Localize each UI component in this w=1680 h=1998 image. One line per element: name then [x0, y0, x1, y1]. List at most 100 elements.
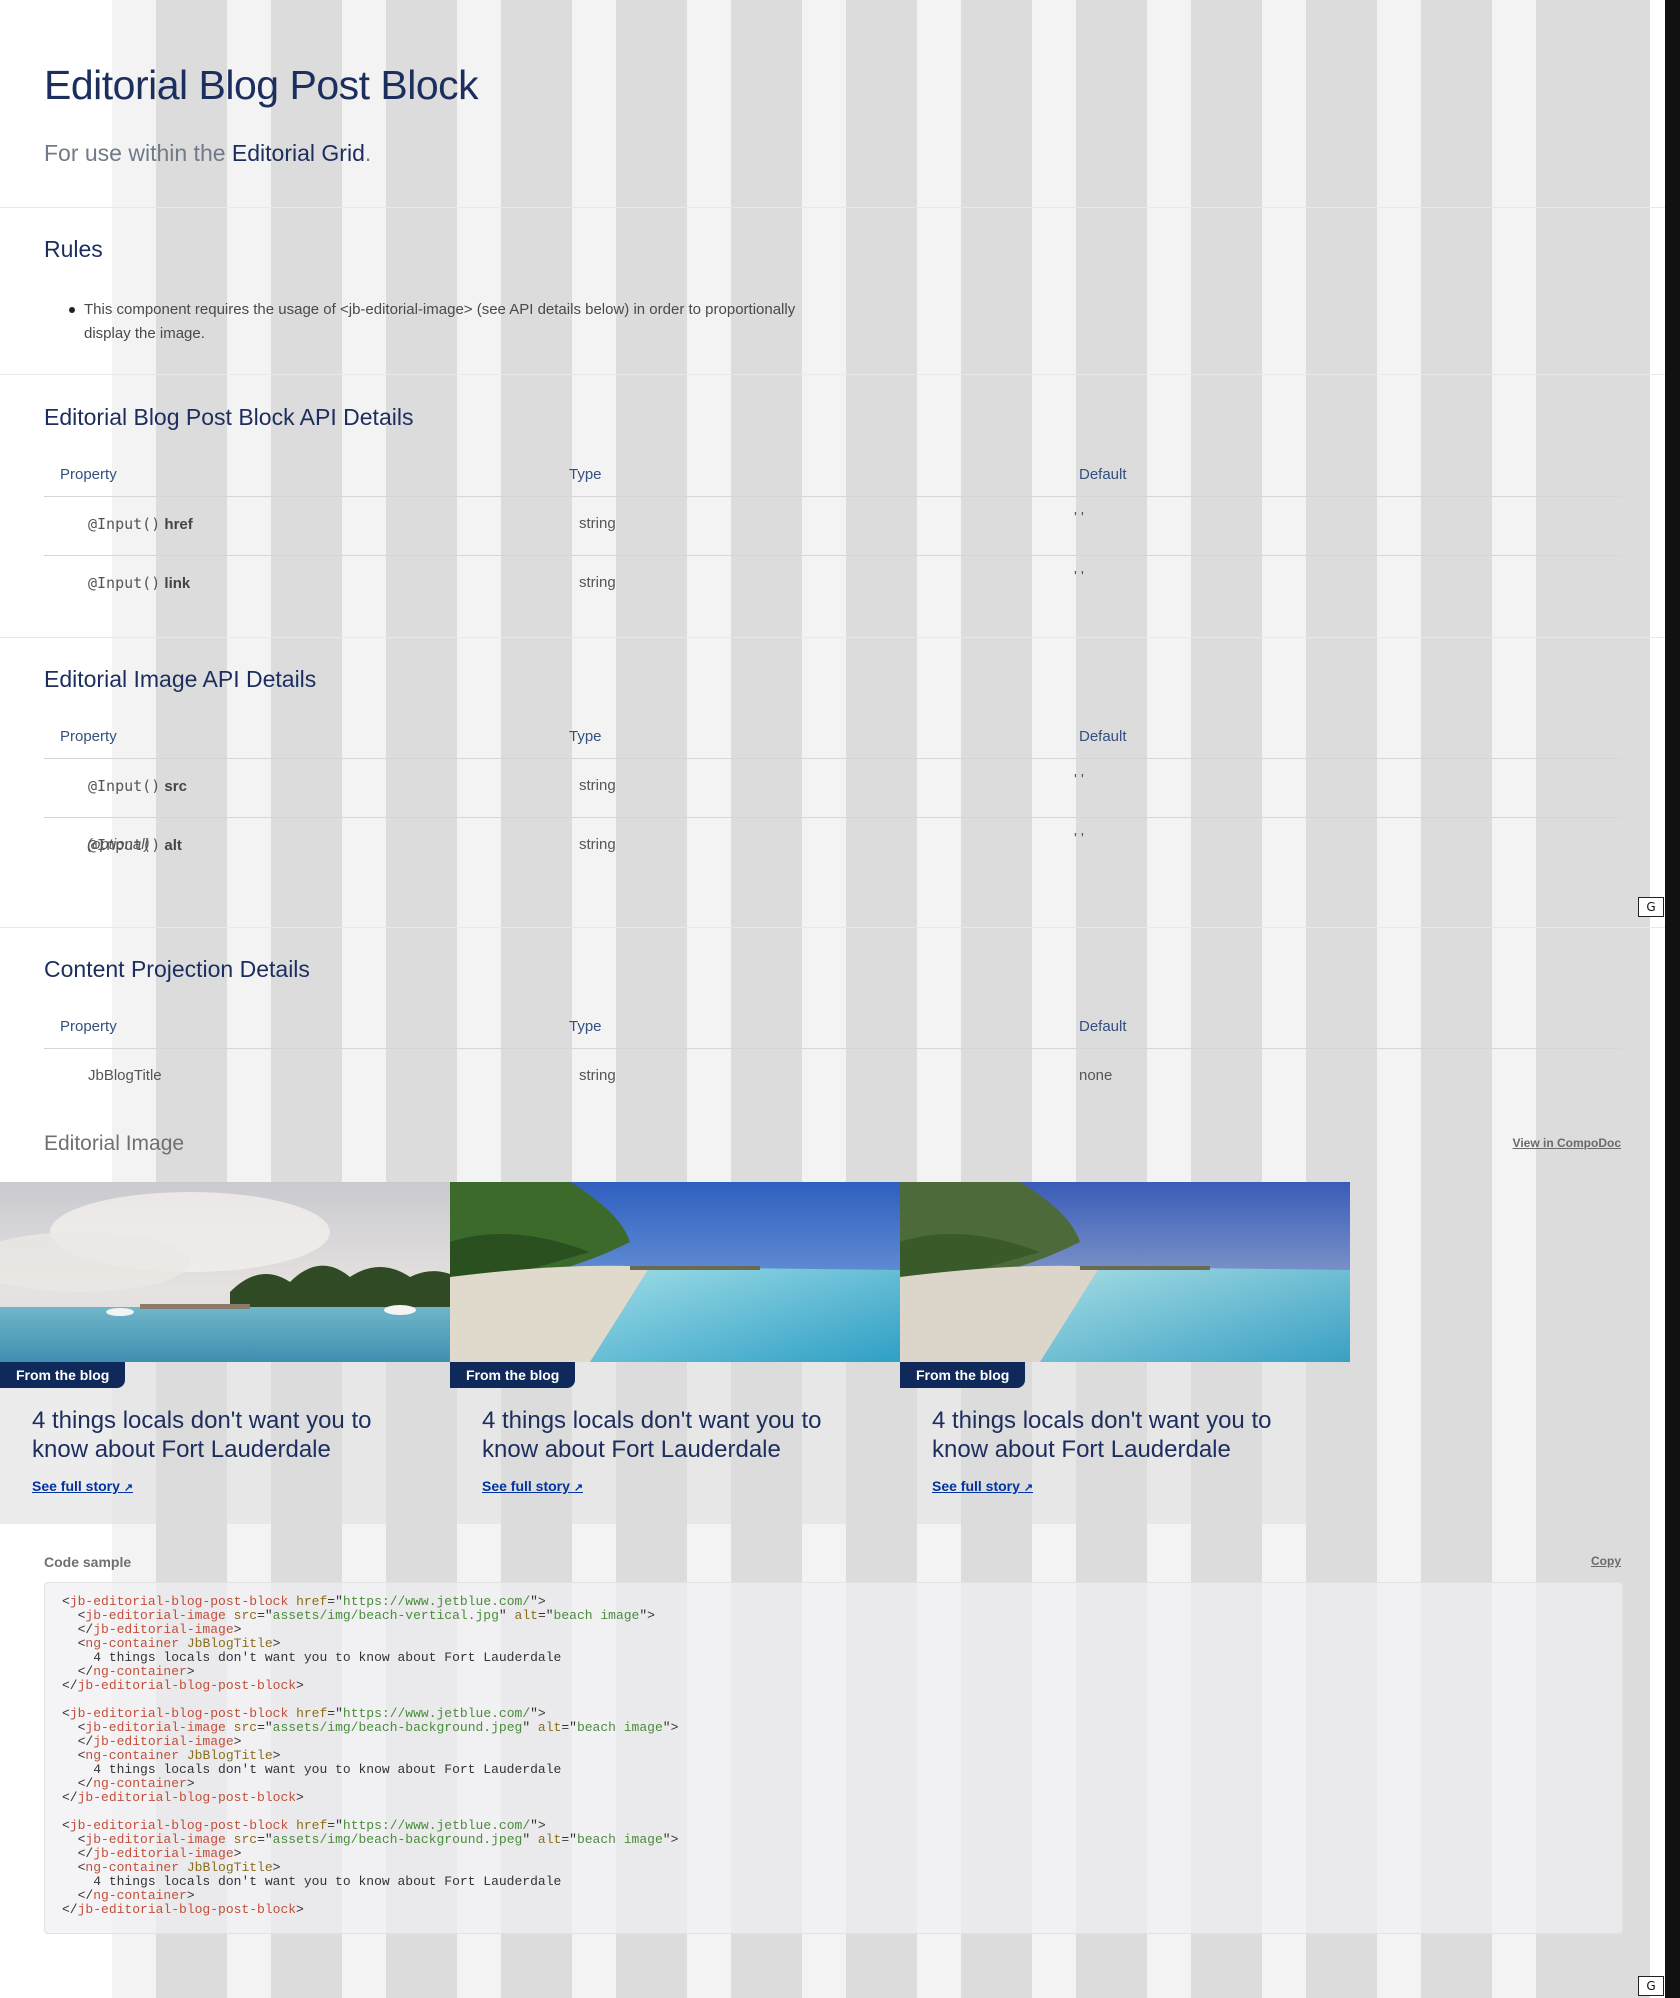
external-link-icon: ↗	[1023, 1482, 1034, 1494]
table-row: JbBlogTitle string none	[44, 1049, 1621, 1107]
page-content: Editorial Blog Post Block For use within…	[0, 0, 1665, 1998]
blog-post-card[interactable]: From the blog 4 things locals don't want…	[450, 1182, 900, 1524]
grid-toggle-button[interactable]: G	[1638, 897, 1664, 917]
card-title: 4 things locals don't want you to know a…	[32, 1407, 372, 1463]
content-projection-heading: Content Projection Details	[44, 956, 310, 982]
blog-api-heading: Editorial Blog Post Block API Details	[44, 404, 414, 430]
code-title-text: 4 things locals don't want you to know a…	[93, 1762, 562, 1777]
table-row: @Input() src string ' '	[44, 759, 1621, 818]
beach-image	[450, 1182, 900, 1362]
code-alt: beach image	[553, 1608, 640, 1623]
card-title: 4 things locals don't want you to know a…	[932, 1407, 1272, 1463]
page-title: Editorial Blog Post Block	[44, 62, 479, 108]
header-default: Default	[1079, 1018, 1127, 1035]
see-full-story-link[interactable]: See full story ↗	[32, 1478, 133, 1494]
type-cell: string	[579, 1067, 616, 1084]
code-block: <jb-editorial-blog-post-block href="http…	[62, 1706, 679, 1805]
rules-heading: Rules	[44, 236, 103, 262]
view-in-compodoc-link[interactable]: View in CompoDoc	[1513, 1136, 1621, 1150]
decorator: @Input()	[88, 515, 161, 533]
content-projection-table: Property Type Default JbBlogTitle string…	[44, 1002, 1621, 1107]
card-title: 4 things locals don't want you to know a…	[482, 1407, 822, 1463]
subtitle-end: .	[364, 140, 372, 166]
type-cell: string	[579, 836, 616, 853]
default-cell: none	[1079, 1067, 1113, 1084]
code-alt: beach image	[576, 1832, 663, 1847]
external-link-icon: ↗	[123, 1482, 134, 1494]
code-sample-label: Code sample	[44, 1554, 132, 1570]
default-cell: ' '	[1074, 509, 1084, 526]
default-cell: ' '	[1074, 771, 1084, 788]
header-type: Type	[569, 728, 602, 745]
beach-image	[900, 1182, 1350, 1362]
divider	[0, 207, 1665, 208]
grid-toggle-button[interactable]: G	[1638, 1976, 1664, 1996]
code-alt: beach image	[576, 1720, 663, 1735]
property-cell: @Input() link	[88, 574, 190, 592]
see-full-story-link[interactable]: See full story ↗	[932, 1478, 1033, 1494]
table-row: @Input() link string ' '	[44, 556, 1621, 614]
blog-api-table: Property Type Default @Input() href stri…	[44, 450, 1621, 614]
subtitle-text: For use within the	[44, 140, 232, 166]
code-text: <jb-editorial-blog-post-block href="http…	[62, 1595, 678, 1917]
default-cell: ' '	[1074, 830, 1084, 847]
page-subtitle: For use within the Editorial Grid.	[44, 140, 371, 167]
example-title: Editorial Image	[44, 1132, 185, 1155]
from-the-blog-badge: From the blog	[0, 1362, 126, 1388]
editorial-grid-link[interactable]: Editorial Grid	[232, 140, 365, 166]
from-the-blog-badge: From the blog	[450, 1362, 576, 1388]
property-cell: JbBlogTitle	[88, 1067, 162, 1084]
external-link-icon: ↗	[573, 1482, 584, 1494]
code-sample-block[interactable]: <jb-editorial-blog-post-block href="http…	[44, 1582, 1623, 1934]
blog-post-card[interactable]: From the blog 4 things locals don't want…	[900, 1182, 1350, 1524]
property-name: href	[164, 516, 193, 533]
link-label: See full story	[932, 1478, 1020, 1494]
beach-image	[0, 1182, 450, 1362]
table-row: @Input() alt (optional) string ' '	[44, 818, 1621, 898]
type-cell: string	[579, 574, 616, 591]
default-cell: ' '	[1074, 568, 1084, 585]
property-name: alt	[164, 837, 182, 854]
copy-button[interactable]: Copy	[1591, 1554, 1621, 1568]
table-header: Property Type Default	[44, 712, 1621, 759]
optional-note: (optional)	[87, 836, 150, 853]
image-api-heading: Editorial Image API Details	[44, 666, 317, 692]
header-default: Default	[1079, 728, 1127, 745]
property-name: link	[164, 575, 191, 592]
link-label: See full story	[482, 1478, 570, 1494]
table-row: @Input() href string ' '	[44, 497, 1621, 556]
code-href: https://www.jetblue.com/	[342, 1818, 531, 1833]
property-cell: @Input() src	[88, 777, 187, 795]
code-src: assets/img/beach-background.jpeg	[272, 1720, 523, 1735]
property-cell: @Input() href	[88, 515, 193, 533]
header-type: Type	[569, 1018, 602, 1035]
header-default: Default	[1079, 466, 1127, 483]
decorator: @Input()	[88, 777, 161, 795]
window-edge	[1665, 0, 1680, 1998]
type-cell: string	[579, 515, 616, 532]
table-header: Property Type Default	[44, 1002, 1621, 1049]
table-header: Property Type Default	[44, 450, 1621, 497]
from-the-blog-badge: From the blog	[900, 1362, 1026, 1388]
code-href: https://www.jetblue.com/	[342, 1594, 531, 1609]
decorator: @Input()	[88, 574, 161, 592]
code-title-text: 4 things locals don't want you to know a…	[93, 1874, 562, 1889]
divider	[0, 637, 1665, 638]
type-cell: string	[579, 777, 616, 794]
code-src: assets/img/beach-background.jpeg	[272, 1832, 523, 1847]
link-label: See full story	[32, 1478, 120, 1494]
rule-item: This component requires the usage of <jb…	[69, 298, 804, 346]
see-full-story-link[interactable]: See full story ↗	[482, 1478, 583, 1494]
code-block: <jb-editorial-blog-post-block href="http…	[62, 1818, 679, 1917]
blog-post-card[interactable]: From the blog 4 things locals don't want…	[0, 1182, 450, 1524]
header-property: Property	[60, 728, 117, 745]
code-title-text: 4 things locals don't want you to know a…	[93, 1650, 562, 1665]
header-property: Property	[60, 1018, 117, 1035]
image-api-table: Property Type Default @Input() src strin…	[44, 712, 1621, 898]
header-type: Type	[569, 466, 602, 483]
header-property: Property	[60, 466, 117, 483]
divider	[0, 927, 1665, 928]
code-block: <jb-editorial-blog-post-block href="http…	[62, 1594, 655, 1693]
divider	[0, 374, 1665, 375]
code-src: assets/img/beach-vertical.jpg	[272, 1608, 499, 1623]
